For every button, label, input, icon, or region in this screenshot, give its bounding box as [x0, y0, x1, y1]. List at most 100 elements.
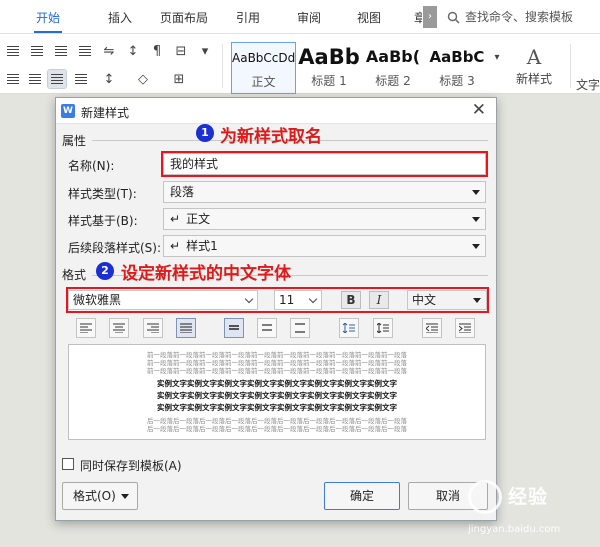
preview-sample-text: 实例文字实例文字实例文字实例文字实例文字实例文字实例文字实例文字 — [157, 379, 397, 388]
single-spacing-icon — [229, 325, 239, 330]
new-style-dialog: W 新建样式 ✕ 属性 名称(N): 我的样式 样式类型(T): 段落 样式基于… — [55, 97, 497, 521]
text-tools-label[interactable]: 文字 — [576, 76, 600, 93]
shading-icon[interactable]: ◇ — [134, 70, 152, 88]
line-spacing-icon[interactable]: ↕ — [100, 70, 118, 88]
style-name: 标题 3 — [439, 74, 475, 88]
decrease-indent-icon[interactable] — [52, 42, 70, 60]
numbered-list-icon[interactable] — [28, 42, 46, 60]
search-label: 查找命令、搜索模板 — [465, 10, 574, 24]
style-preview: AaBbC — [429, 48, 485, 66]
next-style-value: 样式1 — [186, 239, 218, 253]
properties-section-label: 属性 — [62, 134, 87, 148]
format-menu-button[interactable]: 格式(O) — [62, 482, 138, 510]
style-type-value: 段落 — [170, 185, 195, 199]
format-section-label: 格式 — [62, 268, 87, 282]
more-icon[interactable]: ▾ — [196, 42, 214, 60]
command-search[interactable]: 查找命令、搜索模板 — [447, 8, 573, 25]
bullet-list-icon[interactable] — [4, 42, 22, 60]
show-marks-icon[interactable]: ¶ — [148, 42, 166, 60]
borders-icon[interactable]: ⊞ — [170, 70, 188, 88]
based-on-select[interactable]: ↵ 正文 — [163, 208, 486, 230]
tab-home[interactable]: 开始 — [33, 9, 63, 33]
increase-indent-button[interactable] — [455, 318, 475, 338]
style-heading-1[interactable]: AaBb 标题 1 — [298, 42, 360, 94]
align-center-icon — [113, 323, 125, 333]
distributed-align-icon[interactable] — [72, 70, 90, 88]
align-left-icon[interactable] — [4, 70, 22, 88]
align-right-button[interactable] — [143, 318, 163, 338]
highlight-font-row — [66, 287, 489, 313]
toolbar-separator — [222, 44, 223, 88]
double-spacing-button[interactable] — [290, 318, 310, 338]
tab-review[interactable]: 审阅 — [297, 9, 321, 26]
increase-indent-icon — [459, 323, 471, 333]
one-half-spacing-button[interactable] — [257, 318, 277, 338]
annotation-text-2: 设定新样式的中文字体 — [121, 264, 291, 284]
watermark-brand: 经验 — [508, 486, 549, 508]
align-left-button[interactable] — [76, 318, 96, 338]
style-type-label: 样式类型(T): — [68, 187, 137, 201]
annotation-text-1: 为新样式取名 — [220, 127, 322, 147]
ok-button[interactable]: 确定 — [324, 482, 400, 510]
style-preview: AaBb( — [365, 47, 421, 66]
style-normal[interactable]: AaBbCcDd 正文 — [231, 42, 296, 94]
tab-insert[interactable]: 插入 — [108, 9, 132, 26]
based-on-value: 正文 — [186, 212, 211, 226]
watermark-url: jingyan.baidu.com — [468, 524, 561, 535]
tab-section[interactable]: 章 — [414, 9, 422, 26]
sort-icon[interactable]: ↕ — [124, 42, 142, 60]
space-after-button[interactable] — [373, 318, 393, 338]
close-icon[interactable]: ✕ — [472, 101, 486, 119]
tab-page-layout[interactable]: 页面布局 — [160, 9, 208, 26]
justify-button[interactable] — [176, 318, 196, 338]
highlight-name-field — [161, 151, 488, 177]
decrease-indent-button[interactable] — [422, 318, 442, 338]
new-style-button[interactable]: A 新样式 — [510, 44, 558, 87]
style-name: 标题 2 — [375, 74, 411, 88]
space-before-icon — [343, 323, 355, 333]
style-preview-pane: 前一段落前一段落前一段落前一段落前一段落前一段落前一段落前一段落前一段落前一段落… — [68, 344, 486, 440]
style-preview: AaBb — [298, 45, 360, 69]
page-break-icon[interactable]: ⊟ — [172, 42, 190, 60]
paw-logo-icon — [468, 480, 502, 514]
one-half-spacing-icon — [262, 324, 272, 331]
style-preview: AaBbCcDd — [232, 51, 295, 65]
dialog-title: 新建样式 — [81, 106, 130, 120]
styles-scroll-icon[interactable]: ▾ — [491, 48, 503, 66]
next-style-select[interactable]: ↵ 样式1 — [163, 235, 486, 257]
next-style-label: 后续段落样式(S): — [68, 241, 162, 255]
space-after-icon — [377, 323, 389, 333]
search-icon — [447, 11, 460, 24]
increase-indent-icon[interactable] — [76, 42, 94, 60]
new-style-icon: A — [526, 45, 542, 69]
single-spacing-button[interactable] — [224, 318, 244, 338]
align-right-icon — [147, 323, 159, 333]
wps-writer-icon: W — [61, 104, 75, 118]
tab-references[interactable]: 引用 — [236, 9, 260, 26]
justify-icon — [180, 323, 192, 333]
ribbon-tabs: 开始 插入 页面布局 引用 审阅 视图 章 › 查找命令、搜索模板 — [0, 0, 600, 34]
annotation-number-2: 2 — [96, 262, 114, 280]
style-heading-3[interactable]: AaBbC 标题 3 — [426, 42, 488, 94]
dialog-titlebar[interactable]: W 新建样式 ✕ — [56, 98, 496, 124]
align-center-button[interactable] — [109, 318, 129, 338]
preview-sample-text: 实例文字实例文字实例文字实例文字实例文字实例文字实例文字实例文字 — [157, 391, 397, 400]
based-on-label: 样式基于(B): — [68, 214, 138, 228]
style-heading-2[interactable]: AaBb( 标题 2 — [362, 42, 424, 94]
align-center-icon[interactable] — [26, 70, 44, 88]
space-before-button[interactable] — [339, 318, 359, 338]
decrease-indent-icon — [426, 323, 438, 333]
tab-scroll-right-button[interactable]: › — [423, 6, 437, 28]
style-name: 标题 1 — [311, 74, 347, 88]
tab-view[interactable]: 视图 — [357, 9, 381, 26]
baidu-jingyan-watermark: 经验 jingyan.baidu.com — [468, 480, 600, 540]
dropdown-caret-icon — [472, 244, 480, 249]
save-to-template-label[interactable]: 同时保存到模板(A) — [80, 457, 182, 474]
dropdown-caret-icon — [472, 217, 480, 222]
toolbar-separator — [570, 44, 571, 88]
style-type-select[interactable]: 段落 — [163, 181, 486, 203]
justify-icon[interactable] — [47, 69, 67, 89]
save-to-template-checkbox[interactable] — [62, 458, 74, 470]
preview-next-paragraph: 后一段落后一段落后一段落后一段落后一段落后一段落后一段落后一段落后一段落后一段落 — [147, 417, 407, 425]
character-spacing-icon[interactable]: ⇋ — [100, 42, 118, 60]
